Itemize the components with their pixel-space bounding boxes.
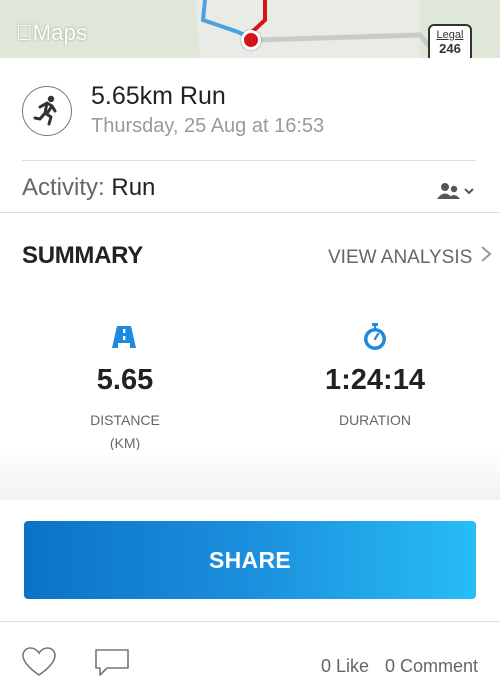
activity-type-label: Activity: <box>22 174 105 201</box>
comment-bubble-icon[interactable] <box>95 649 129 682</box>
like-heart-icon[interactable] <box>22 647 56 682</box>
like-count-label: Like <box>336 656 370 676</box>
activity-title: 5.65km Run <box>91 82 226 110</box>
activity-datetime: Thursday, 25 Aug at 16:53 <box>91 115 325 137</box>
view-analysis-link[interactable]: VIEW ANALYSIS <box>328 245 492 269</box>
activity-type-row[interactable]: Activity: Run <box>22 174 155 202</box>
distance-value: 5.65 <box>96 364 154 396</box>
like-count-number: 0 <box>321 656 332 676</box>
runner-icon <box>22 86 72 136</box>
chevron-down-icon <box>464 188 474 195</box>
divider <box>22 160 476 161</box>
summary-fade <box>0 450 500 500</box>
distance-label: DISTANCE (KM) <box>35 409 215 455</box>
duration-value: 1:24:14 <box>325 364 425 396</box>
like-count[interactable]: 0 Like <box>321 656 369 677</box>
route-map[interactable]: Maps Legal 246 <box>0 0 500 58</box>
chevron-right-icon <box>480 245 492 269</box>
distance-label-line1: DISTANCE <box>90 412 160 428</box>
comment-count[interactable]: 0 Comment <box>385 656 478 677</box>
road-number: 246 <box>439 41 461 56</box>
map-legal-text: Legal <box>436 29 464 41</box>
summary-heading: SUMMARY <box>22 242 144 269</box>
route-end-pin <box>241 30 261 50</box>
stopwatch-icon <box>363 323 387 356</box>
apple-icon:  <box>16 20 33 45</box>
share-button[interactable]: SHARE <box>24 521 476 599</box>
comment-count-number: 0 <box>385 656 396 676</box>
map-logo-text: Maps <box>16 20 87 45</box>
duration-stat: 1:24:14 DURATION <box>285 364 465 432</box>
comment-count-label: Comment <box>400 656 479 676</box>
footer-divider <box>0 621 500 622</box>
map-legal-badge[interactable]: Legal 246 <box>428 24 472 58</box>
privacy-selector-button[interactable] <box>436 180 478 202</box>
apple-maps-logo: Maps <box>16 20 87 46</box>
distance-stat: 5.65 DISTANCE (KM) <box>35 364 215 455</box>
distance-road-icon <box>111 325 137 354</box>
section-divider <box>0 212 500 213</box>
duration-label: DURATION <box>338 412 412 428</box>
view-analysis-label: VIEW ANALYSIS <box>328 247 473 268</box>
activity-type-value: Run <box>111 174 156 201</box>
people-icon <box>437 183 474 199</box>
